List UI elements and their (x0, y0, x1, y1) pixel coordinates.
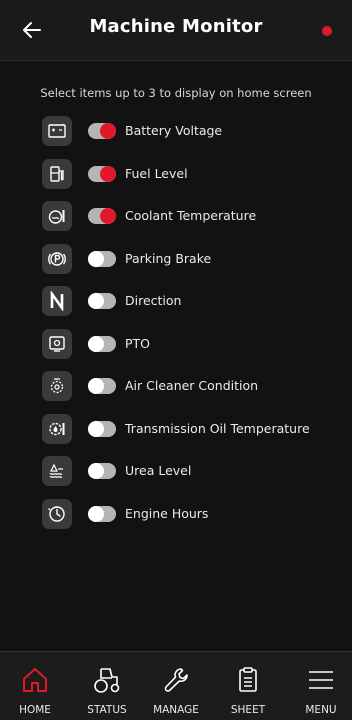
clipboard-icon (239, 667, 257, 692)
page-title: Machine Monitor (89, 16, 263, 37)
item-label: Air Cleaner Condition (125, 378, 259, 393)
list-item-fuel-level: Fuel Level (42, 158, 342, 201)
toggle-battery-voltage[interactable] (88, 123, 116, 139)
toggle-parking-brake[interactable] (88, 250, 116, 267)
nav-label: STATUS (87, 704, 127, 716)
toggle-knob (88, 420, 104, 437)
nav-sheet[interactable]: SHEET (217, 652, 279, 720)
transmission-oil-icon (42, 413, 72, 444)
nav-label: MENU (305, 704, 337, 716)
item-label: Parking Brake (125, 250, 212, 266)
toggle-fuel-level[interactable] (88, 165, 116, 182)
item-label: Urea Level (125, 463, 192, 478)
app-header: Machine Monitor (0, 0, 352, 61)
nav-home[interactable]: HOME (4, 652, 66, 720)
menu-icon (309, 671, 333, 689)
air-cleaner-icon (42, 371, 72, 401)
item-label: Engine Hours (125, 505, 209, 521)
nav-menu[interactable]: MENU (290, 652, 352, 720)
item-label: Transmission Oil Temperature (125, 420, 310, 436)
pto-icon (42, 328, 72, 359)
battery-icon (42, 116, 72, 146)
status-dot (322, 26, 332, 36)
toggle-air-cleaner-condition[interactable] (88, 378, 116, 394)
toggle-knob (88, 293, 104, 309)
toggle-knob (88, 505, 104, 522)
item-label: Direction (125, 293, 182, 308)
engine-hours-icon (42, 498, 72, 529)
toggle-engine-hours[interactable] (88, 505, 116, 522)
item-label: PTO (125, 335, 151, 351)
toggle-knob (100, 208, 116, 224)
toggle-knob (100, 123, 116, 139)
fuel-icon (42, 158, 72, 189)
list-item-urea-level: Urea Level (42, 455, 342, 498)
toggle-knob (88, 378, 104, 394)
bottom-nav: HOME STATUS MANAGE SHEET MENU (0, 651, 352, 720)
direction-icon (42, 286, 72, 316)
home-icon (23, 668, 47, 692)
list-item-parking-brake: Parking Brake (42, 243, 342, 286)
item-label: Battery Voltage (125, 123, 223, 138)
nav-manage[interactable]: MANAGE (145, 652, 207, 720)
nav-label: HOME (19, 704, 51, 716)
coolant-icon (42, 201, 72, 231)
list-item-coolant-temperature: Coolant Temperature (42, 200, 342, 243)
urea-icon (42, 456, 72, 486)
toggle-knob (88, 250, 104, 267)
wrench-icon (164, 668, 188, 692)
toggle-transmission-oil-temperature[interactable] (88, 420, 116, 437)
toggle-knob (88, 463, 104, 479)
instruction-text: Select items up to 3 to display on home … (40, 86, 312, 100)
toggle-pto[interactable] (88, 335, 116, 352)
list-item-battery-voltage: Battery Voltage (42, 115, 342, 158)
toggle-direction[interactable] (88, 293, 116, 309)
parking-brake-icon (42, 243, 72, 274)
list-item-engine-hours: Engine Hours (42, 498, 342, 541)
toggle-knob (100, 165, 116, 182)
item-label: Coolant Temperature (125, 208, 257, 223)
nav-label: MANAGE (153, 704, 199, 716)
toggle-urea-level[interactable] (88, 463, 116, 479)
toggle-coolant-temperature[interactable] (88, 208, 116, 224)
list-item-transmission-oil-temperature: Transmission Oil Temperature (42, 413, 342, 456)
nav-label: SHEET (230, 704, 266, 716)
item-label: Fuel Level (125, 165, 188, 181)
item-list: Battery Voltage Fuel Level Coolant Tempe… (42, 115, 342, 540)
list-item-direction: Direction (42, 285, 342, 328)
list-item-air-cleaner-condition: Air Cleaner Condition (42, 370, 342, 413)
toggle-knob (88, 335, 104, 352)
nav-status[interactable]: STATUS (76, 652, 138, 720)
list-item-pto: PTO (42, 328, 342, 371)
tractor-icon (94, 668, 120, 693)
